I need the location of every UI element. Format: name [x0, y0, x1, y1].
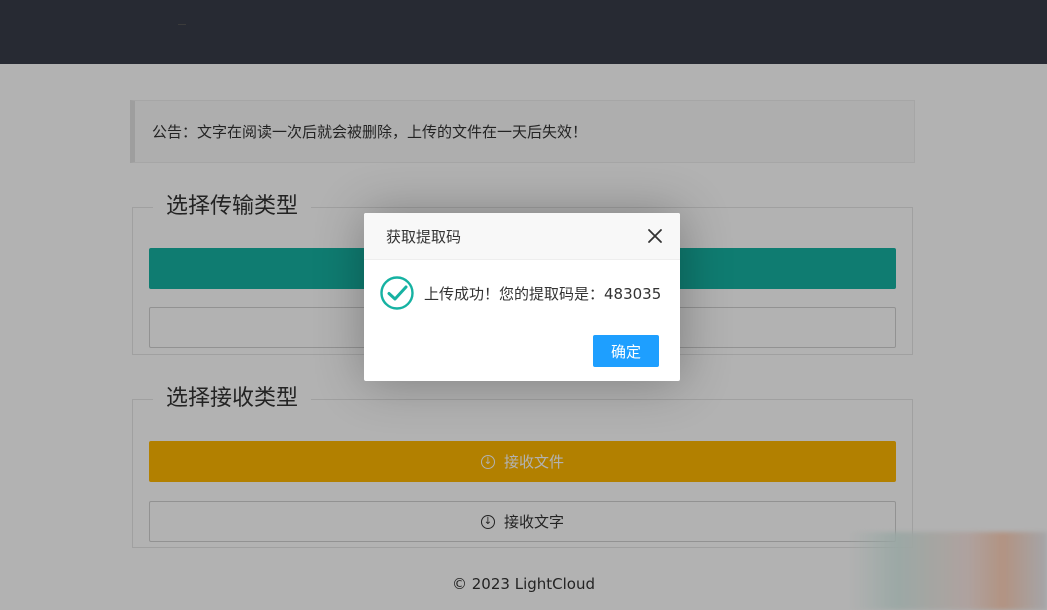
dialog-message: 上传成功！您的提取码是：483035 [424, 284, 662, 303]
dialog-body: 上传成功！您的提取码是：483035 [380, 276, 661, 310]
ok-button-label: 确定 [610, 342, 641, 361]
dialog-title-bar: 获取提取码 [364, 213, 680, 260]
close-icon[interactable] [646, 227, 664, 245]
page: 公告：文字在阅读一次后就会被删除，上传的文件在一天后失效！ 选择传输类型 选择接… [0, 0, 1047, 610]
success-check-icon [380, 276, 414, 310]
pickup-code-dialog: 获取提取码 上传成功！您的提取码是：483035 确定 [364, 213, 680, 381]
ok-button[interactable]: 确定 [593, 335, 659, 367]
dialog-title: 获取提取码 [386, 227, 462, 246]
